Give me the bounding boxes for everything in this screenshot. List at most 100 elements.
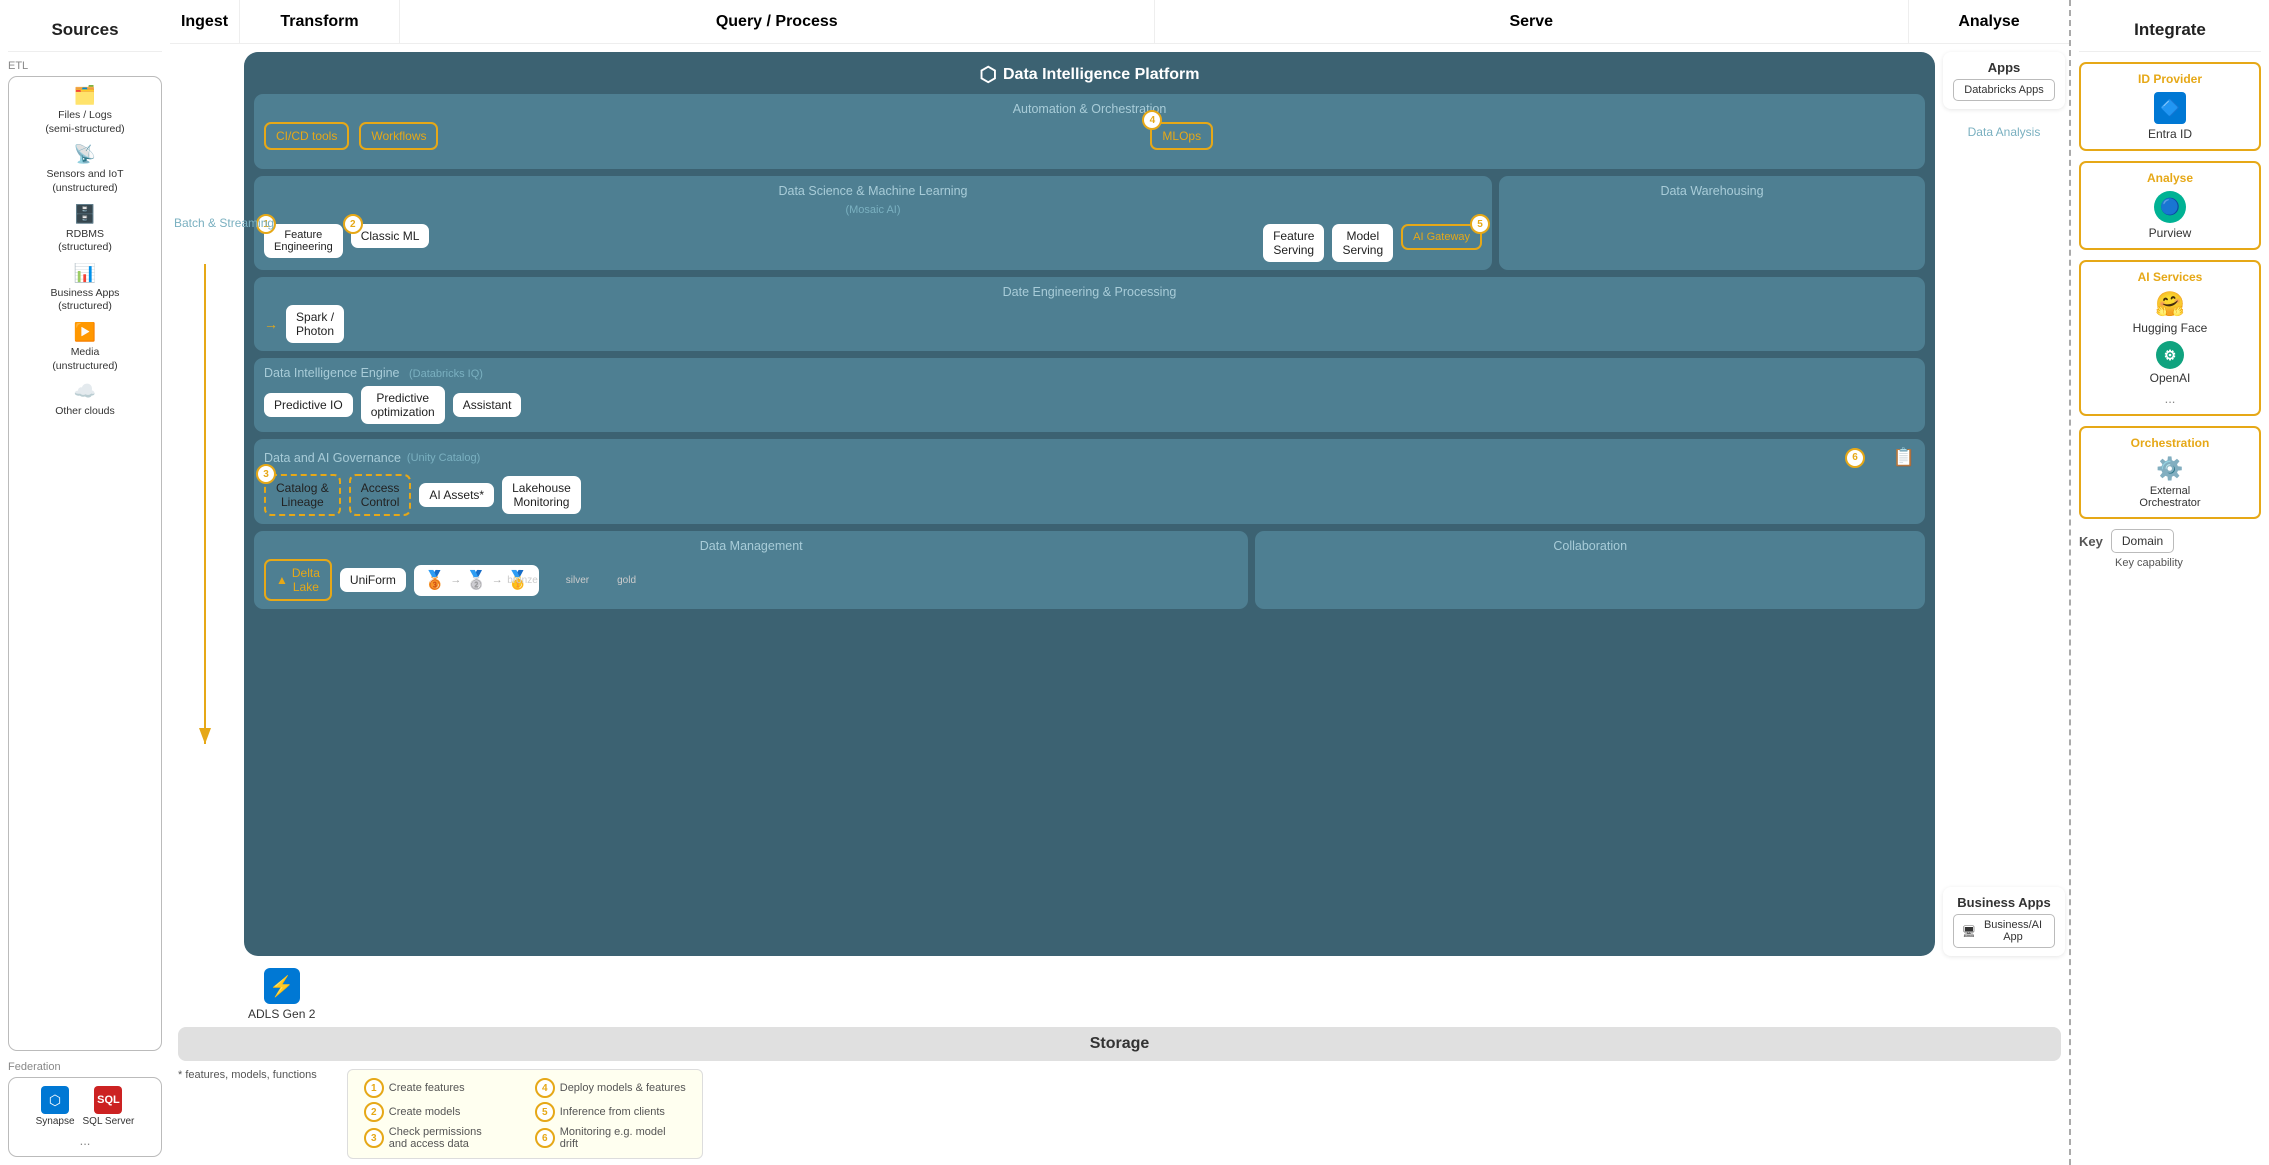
apps-box: Apps Databricks Apps [1943,52,2065,109]
automation-title: Automation & Orchestration [264,102,1915,116]
dsml-title: Data Science & Machine Learning [264,184,1482,198]
huggingface-item: 🤗 Hugging Face [2133,290,2208,335]
ingest-narrow [170,44,240,964]
bronze-icon: 🥉 [424,570,446,591]
sources-column: Sources ETL 🗂️ Files / Logs(semi-structu… [0,0,170,1165]
access-control-pill: AccessControl [349,474,412,516]
integrate-sections: ID Provider 🔷 Entra ID Analyse 🔵 Purview… [2079,52,2261,569]
id-provider-section: ID Provider 🔷 Entra ID [2079,62,2261,151]
adls-row: ⚡ ADLS Gen 2 [178,968,2061,1021]
bottom-area: ⚡ ADLS Gen 2 Storage * features, models,… [170,964,2069,1165]
gov-title: Data and AI Governance [264,451,401,465]
source-media: ▶️ Media(unstructured) [15,322,155,373]
uniform-pill: UniForm [340,568,406,592]
catalog-lineage-pill: Catalog &Lineage [264,474,341,516]
key-capability: Key capability [2115,557,2261,569]
ai-services-ellipsis: ... [2165,391,2176,406]
ai-assets-pill: AI Assets* [419,483,494,507]
id-provider-title: ID Provider [2089,72,2251,86]
apps-title: Apps [1953,60,2055,75]
entra-id-label: Entra ID [2148,127,2192,141]
predictive-io-pill: Predictive IO [264,393,353,417]
batch-streaming-label: Batch & Streaming [174,216,274,230]
platform-container: ⬡ Data Intelligence Platform Automation … [244,52,1935,956]
purview-icon: 🔵 [2154,191,2186,223]
adls-box: ⚡ ADLS Gen 2 [248,968,315,1021]
transform-header: Transform [240,0,400,43]
purview-label: Purview [2149,226,2192,240]
governance-integrate-section: Analyse 🔵 Purview [2079,161,2261,250]
sqlserver-item: SQL SQL Server [83,1086,135,1127]
databricks-apps-box: Databricks Apps [1953,79,2055,101]
automation-section: Automation & Orchestration CI/CD tools W… [254,94,1925,169]
orchestration-section: Orchestration ⚙️ ExternalOrchestrator [2079,426,2261,519]
model-serving-pill: ModelServing [1332,224,1393,262]
badge-3: 3 [256,464,276,484]
business-ai-label: Business/AI App [1980,919,2046,943]
data-analysis-label: Data Analysis [1943,125,2065,139]
bottom-platform-row: Data Management ▲ DeltaLake UniForm 🥉 → … [254,531,1925,609]
badge-6: 6 [1845,448,1865,468]
federation-ellipsis: ... [15,1133,155,1148]
legend-text-3: Check permissionsand access data [389,1126,482,1150]
sensors-label: Sensors and IoT(unstructured) [46,168,123,195]
legend-text-6: Monitoring e.g. modeldrift [560,1126,666,1150]
gov-items-row: 3 Catalog &Lineage AccessControl AI Asse… [264,474,1915,516]
source-business-apps: 📊 Business Apps(structured) [15,263,155,314]
query-process-header: Query / Process [400,0,1155,43]
monitor-icon: 🖥 [1962,925,1976,938]
ingest-arrows-svg [185,254,225,754]
arrow-spark: → [264,316,278,332]
domain-key: Domain [2111,529,2174,553]
legend-item-2: 2 Create models [364,1102,515,1122]
openai-icon: ⚙ [2156,341,2184,369]
data-eng-section: Date Engineering & Processing → Spark /P… [254,277,1925,351]
media-label: Media(unstructured) [52,346,117,373]
legend-area: * features, models, functions 1 Create f… [178,1069,2061,1159]
right-col: Apps Databricks Apps Data Analysis Busin… [1939,44,2069,964]
orchestrator-label: ExternalOrchestrator [2139,485,2200,509]
delta-icon: ▲ [276,573,288,587]
data-mgmt-row: ▲ DeltaLake UniForm 🥉 → 🥈 → 🥇 [264,559,1238,601]
legend-item-4: 4 Deploy models & features [535,1078,686,1098]
business-apps-box: Business Apps 🖥 Business/AI App [1943,887,2065,956]
source-files: 🗂️ Files / Logs(semi-structured) [15,85,155,136]
openai-item: ⚙ OpenAI [2150,341,2191,385]
header-row: Ingest Transform Query / Process Serve A… [170,0,2069,44]
platform-title: ⬡ Data Intelligence Platform [254,62,1925,87]
synapse-icon: ⬡ [41,1086,69,1114]
legend-text-4: Deploy models & features [560,1082,686,1094]
legend-badge-1: 1 [364,1078,384,1098]
silver-icon: 🥈 [465,570,487,591]
gov-icon: 📋 [1893,447,1915,468]
bronze-arrow: → [450,574,461,586]
sources-federation-box: ⬡ Synapse SQL SQL Server ... [8,1077,162,1157]
serve-header: Serve [1155,0,1910,43]
legend-badge-4: 4 [535,1078,555,1098]
feature-engineering-pill: FeatureEngineering [264,224,343,258]
analyse-header: Analyse [1909,0,2069,43]
files-icon: 🗂️ [74,85,96,106]
legend-text-5: Inference from clients [560,1106,665,1118]
die-title: Data Intelligence Engine (Databricks IQ) [264,366,483,380]
sqlserver-label: SQL Server [83,1116,135,1127]
key-section: Key Domain Key capability [2079,529,2261,569]
gold-label: gold [617,575,636,586]
ai-gateway-container: 5 AI Gateway [1401,224,1482,250]
dsml-section: Data Science & Machine Learning (Mosaic … [254,176,1492,270]
silver-arrow: → [492,574,503,586]
governance-section: Data and AI Governance (Unity Catalog) 6… [254,439,1925,524]
ai-services-section: AI Services 🤗 Hugging Face ⚙ OpenAI ... [2079,260,2261,416]
sources-etl-box: 🗂️ Files / Logs(semi-structured) 📡 Senso… [8,76,162,1051]
data-mgmt-section: Data Management ▲ DeltaLake UniForm 🥉 → … [254,531,1248,609]
platform-icon: ⬡ [980,62,997,87]
middle-column: Ingest Transform Query / Process Serve A… [170,0,2069,1165]
key-label: Key [2079,534,2103,549]
legend-item-1: 1 Create features [364,1078,515,1098]
legend-item-5: 5 Inference from clients [535,1102,686,1122]
external-orchestrator-item: ⚙️ ExternalOrchestrator [2089,456,2251,509]
ingest-header: Ingest [170,0,240,43]
media-icon: ▶️ [74,322,96,343]
business-apps-title: Business Apps [1953,895,2055,910]
data-eng-title: Date Engineering & Processing [264,285,1915,299]
